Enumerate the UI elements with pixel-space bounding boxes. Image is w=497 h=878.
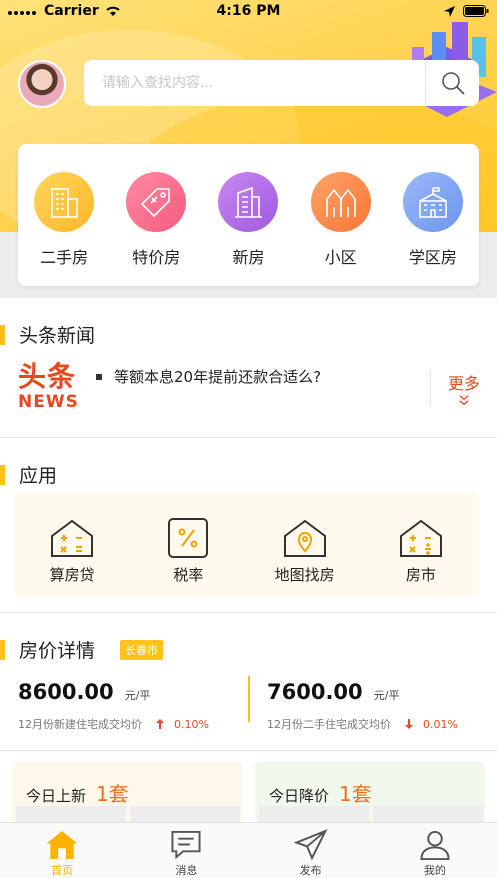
message-icon <box>171 830 201 860</box>
section-accent-bar <box>0 324 5 345</box>
tab-profile[interactable]: 我的 <box>395 823 475 878</box>
arrow-down-icon <box>405 719 413 729</box>
new-home-price: 8600.00 元/平 12月份新建住宅成交均价 0.10% <box>18 680 209 732</box>
price-section-header: 房价详情 <box>0 636 95 663</box>
status-bar: Carrier 4:16 PM <box>0 0 497 22</box>
new-home-price-change: 0.10% <box>174 717 209 731</box>
app-map-search[interactable]: 地图找房 <box>255 518 355 596</box>
category-special-price[interactable]: 特价房 <box>116 172 196 286</box>
search-icon <box>441 72 465 95</box>
tab-home[interactable]: 首页 <box>22 823 102 878</box>
today-drop-label: 今日降价 <box>269 787 330 805</box>
news-headline[interactable]: 等额本息20年提前还款合适么? <box>96 366 321 387</box>
clock: 4:16 PM <box>216 3 281 19</box>
school-icon <box>402 172 463 232</box>
search-bar <box>84 60 479 106</box>
divider <box>0 437 497 438</box>
home-icon <box>46 830 78 860</box>
divider <box>0 750 497 751</box>
category-new-home[interactable]: 新房 <box>208 172 288 286</box>
home-screen: Carrier 4:16 PM 二手房 特价房 <box>0 0 497 878</box>
tab-publish[interactable]: 发布 <box>271 823 351 878</box>
battery-icon <box>463 5 489 17</box>
tab-messages[interactable]: 消息 <box>146 823 226 878</box>
apps-section-title: 应用 <box>19 465 58 487</box>
app-housing-market[interactable]: 房市 <box>371 518 471 596</box>
second-hand-price-desc: 12月份二手住宅成交均价 <box>267 718 391 731</box>
calculator-house-icon <box>51 519 94 557</box>
market-house-icon <box>399 519 442 557</box>
apps-card: 算房贷 税率 地图找房 房市 <box>14 492 479 596</box>
category-card: 二手房 特价房 新房 小区 学区房 <box>18 144 479 286</box>
today-new-count: 1套 <box>96 782 129 806</box>
today-drop-count: 1套 <box>339 782 372 806</box>
arrow-up-icon <box>156 719 164 729</box>
second-hand-price: 7600.00 元/平 12月份二手住宅成交均价 0.01% <box>267 680 458 732</box>
new-home-price-unit: 元/平 <box>124 689 151 702</box>
map-pin-house-icon <box>283 519 326 557</box>
user-icon <box>420 830 450 860</box>
city-badge[interactable]: 长春市 <box>120 640 163 660</box>
bullet-icon <box>96 373 102 380</box>
second-hand-price-value: 7600.00 <box>267 680 363 704</box>
section-accent-bar <box>0 464 5 485</box>
skyscraper-icon <box>218 172 279 232</box>
toutiao-news-logo: 头条 NEWS <box>18 360 79 413</box>
category-second-hand[interactable]: 二手房 <box>24 172 104 286</box>
category-community[interactable]: 小区 <box>301 172 381 286</box>
percent-icon <box>168 518 209 558</box>
search-input[interactable] <box>84 75 424 91</box>
news-section-header: 头条新闻 <box>0 321 95 348</box>
today-new-label: 今日上新 <box>26 787 87 805</box>
app-mortgage-calculator[interactable]: 算房贷 <box>22 518 122 596</box>
second-hand-price-change: 0.01% <box>423 717 458 731</box>
send-icon <box>293 829 328 860</box>
tab-bar: 首页 消息 发布 我的 <box>0 822 497 878</box>
new-home-price-value: 8600.00 <box>18 680 114 704</box>
user-avatar[interactable] <box>18 60 66 108</box>
new-home-price-desc: 12月份新建住宅成交均价 <box>18 718 142 731</box>
double-chevron-down-icon <box>459 395 469 406</box>
building-icon <box>34 172 95 232</box>
price-divider <box>248 676 250 722</box>
today-new-card[interactable]: 今日上新 1套 <box>12 762 242 824</box>
today-drop-card[interactable]: 今日降价 1套 <box>255 762 485 824</box>
news-more-button[interactable]: 更多 <box>430 370 497 406</box>
search-button[interactable] <box>425 60 479 106</box>
location-arrow-icon <box>444 5 455 17</box>
app-tax-rate[interactable]: 税率 <box>138 518 238 596</box>
houses-icon <box>310 172 371 232</box>
second-hand-price-unit: 元/平 <box>373 689 400 702</box>
apps-section-header: 应用 <box>0 461 57 488</box>
section-accent-bar <box>0 639 5 660</box>
category-school-district[interactable]: 学区房 <box>393 172 473 286</box>
price-section-title: 房价详情 <box>19 640 96 662</box>
divider <box>0 612 497 613</box>
price-tag-icon <box>126 172 187 232</box>
news-section-title: 头条新闻 <box>19 325 96 347</box>
